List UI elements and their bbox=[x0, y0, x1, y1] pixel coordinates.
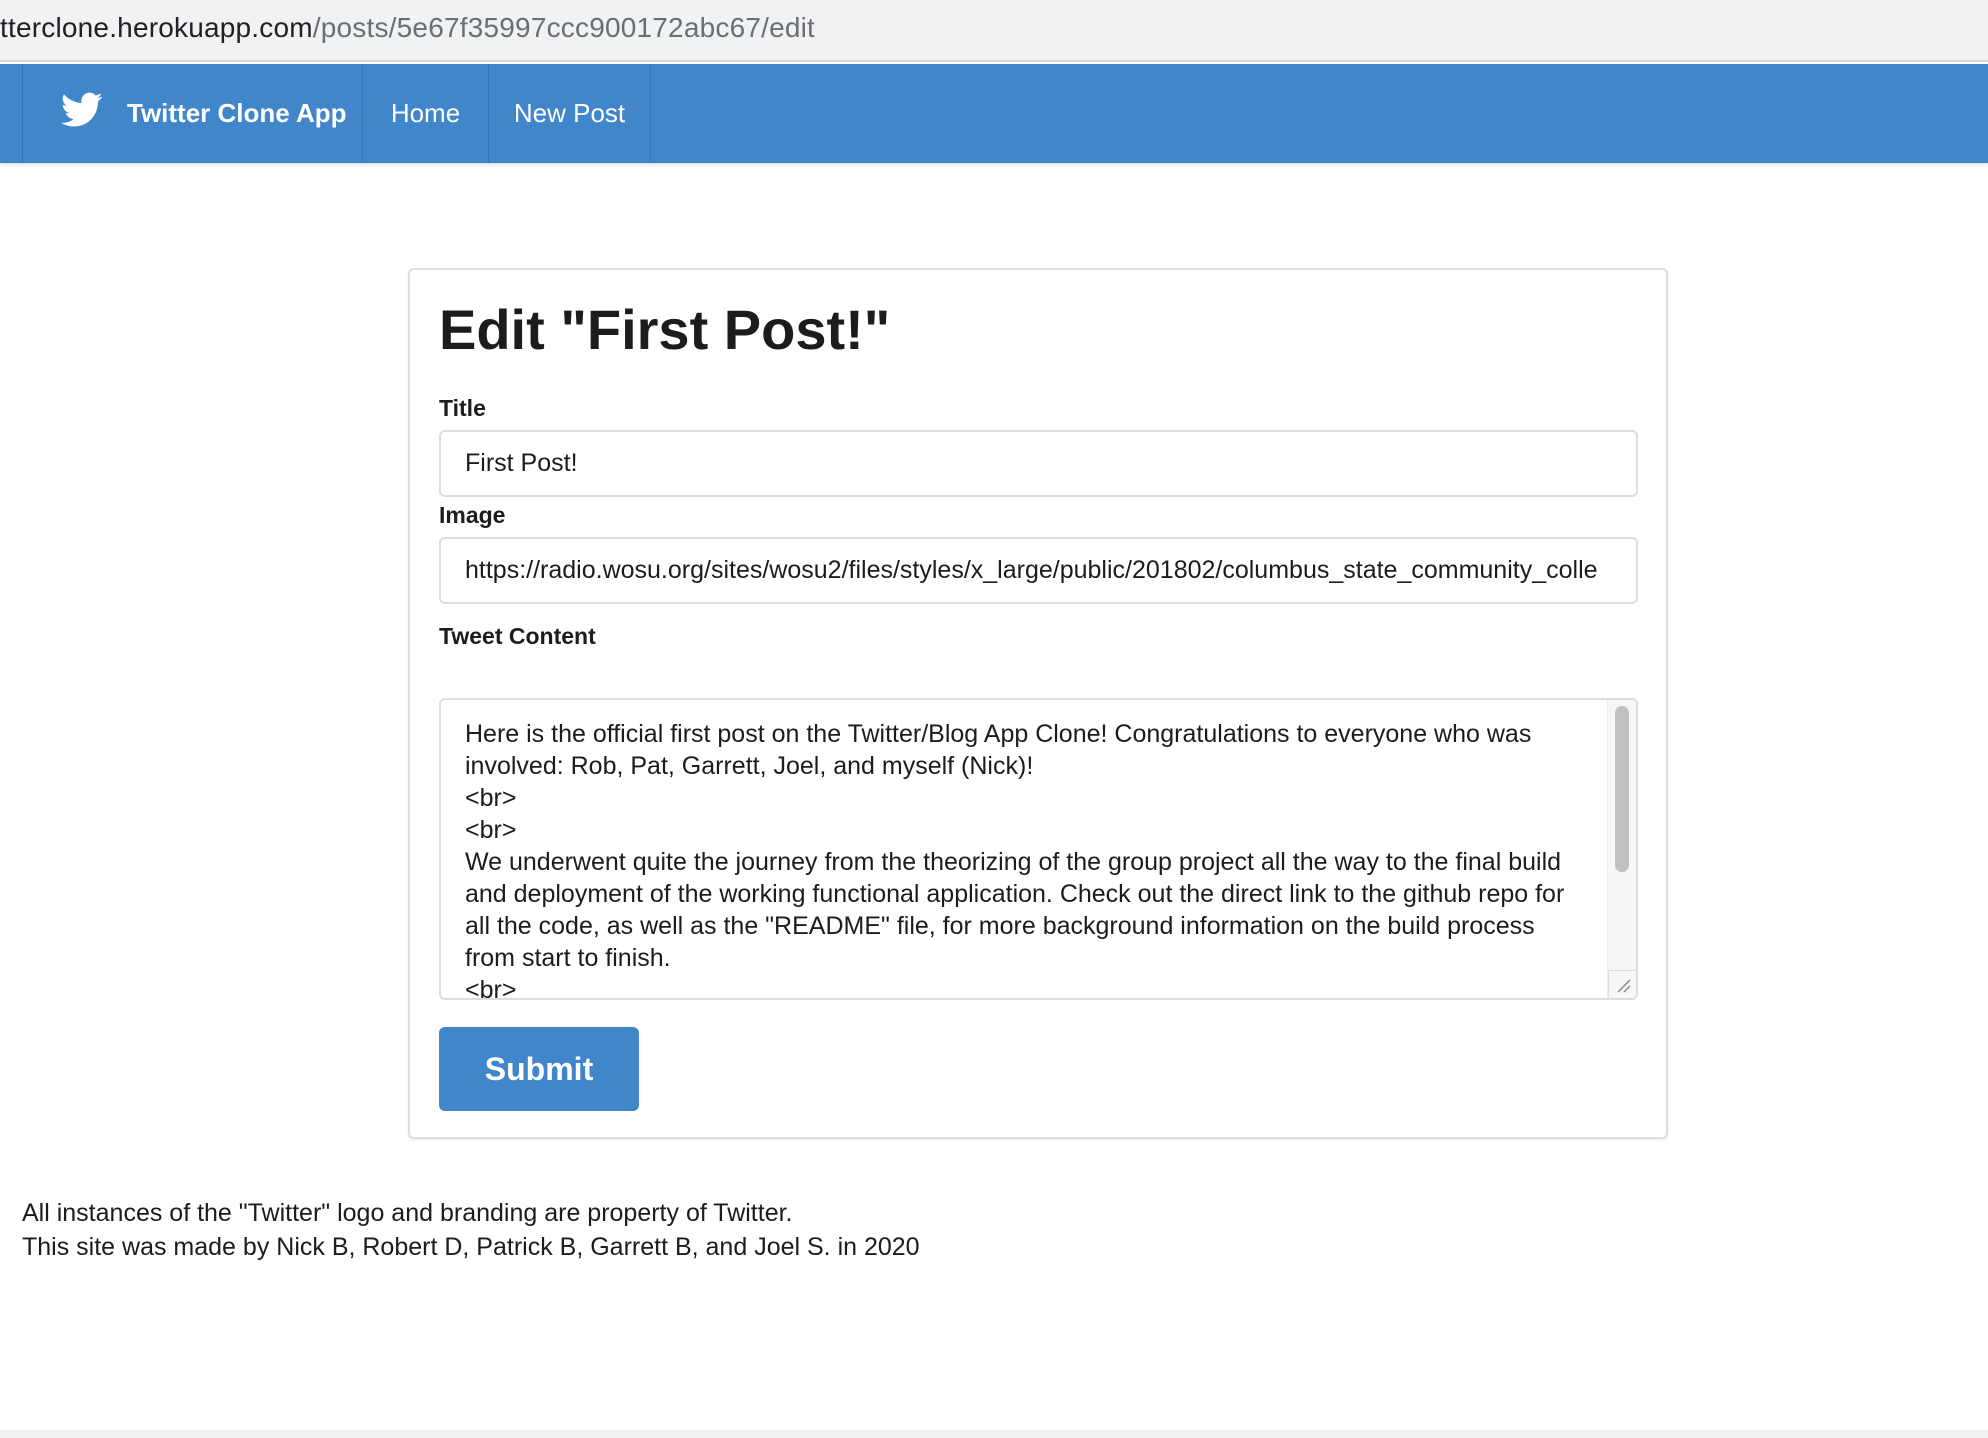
submit-button[interactable]: Submit bbox=[439, 1027, 639, 1111]
title-label: Title bbox=[439, 395, 486, 421]
image-url-input[interactable] bbox=[439, 537, 1638, 604]
tweet-content-textarea[interactable]: Here is the official first post on the T… bbox=[439, 698, 1638, 1000]
url-text[interactable]: tterclone.herokuapp.com/posts/5e67f35997… bbox=[0, 10, 815, 46]
edit-post-card: Edit "First Post!" Title Image Tweet Con… bbox=[408, 268, 1668, 1139]
twitter-bird-icon bbox=[61, 92, 127, 135]
bottom-strip bbox=[0, 1430, 1988, 1438]
top-navbar: Twitter Clone App Home New Post bbox=[0, 64, 1988, 163]
footer-credits: This site was made by Nick B, Robert D, … bbox=[22, 1233, 920, 1261]
textarea-scrollbar[interactable] bbox=[1607, 700, 1636, 998]
browser-address-bar[interactable]: tterclone.herokuapp.com/posts/5e67f35997… bbox=[0, 0, 1988, 62]
url-host: tterclone.herokuapp.com bbox=[0, 12, 313, 43]
nav-new-post-link[interactable]: New Post bbox=[489, 64, 651, 163]
resize-handle-icon[interactable] bbox=[1608, 970, 1636, 998]
nav-brand-link[interactable]: Twitter Clone App bbox=[22, 64, 363, 163]
tweet-content-label: Tweet Content bbox=[439, 623, 596, 649]
brand-label: Twitter Clone App bbox=[127, 98, 347, 128]
footer-branding-note: All instances of the "Twitter" logo and … bbox=[22, 1199, 793, 1227]
scrollbar-thumb[interactable] bbox=[1615, 706, 1629, 872]
nav-home-link[interactable]: Home bbox=[363, 64, 489, 163]
footer: All instances of the "Twitter" logo and … bbox=[22, 1196, 920, 1264]
title-input[interactable] bbox=[439, 430, 1638, 497]
image-label: Image bbox=[439, 502, 506, 528]
url-path: /posts/5e67f35997ccc900172abc67/edit bbox=[312, 12, 816, 43]
tweet-content-text: Here is the official first post on the T… bbox=[465, 720, 1565, 1000]
page-title: Edit "First Post!" bbox=[439, 298, 891, 361]
